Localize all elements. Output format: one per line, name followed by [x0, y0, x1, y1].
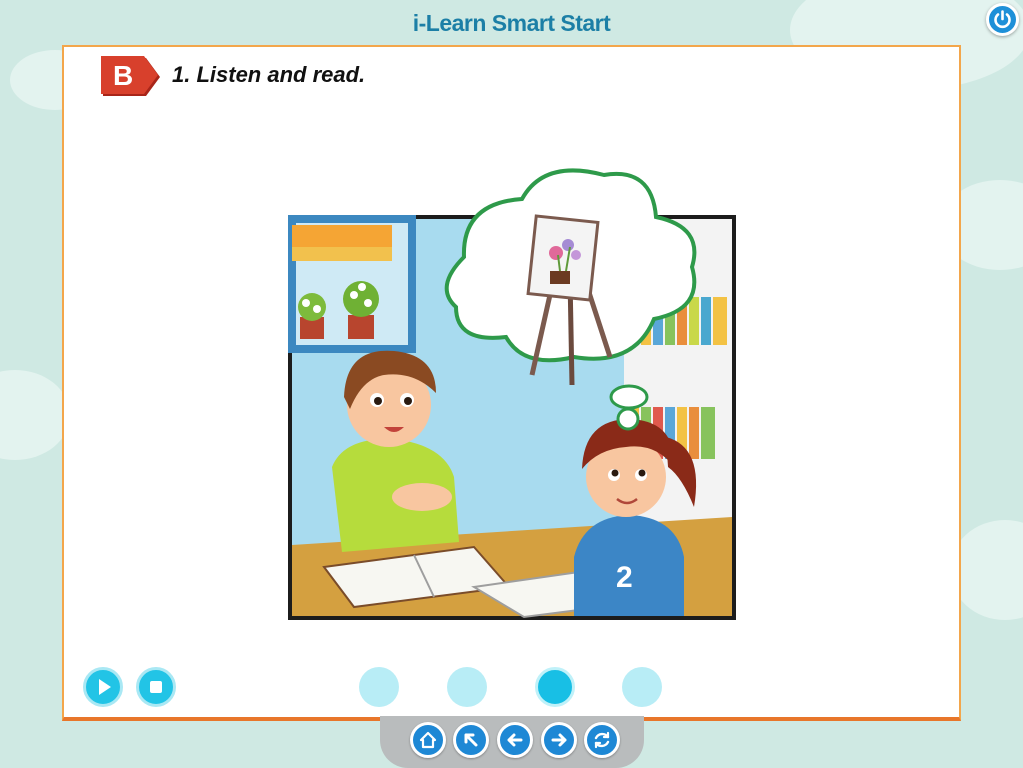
lesson-illustration: 2 — [288, 168, 736, 620]
slide-dot-4[interactable] — [622, 667, 662, 707]
app-title: i-Learn Smart Start — [412, 10, 611, 36]
home-button[interactable] — [410, 722, 446, 758]
power-icon — [994, 10, 1011, 29]
next-icon — [551, 733, 567, 747]
instruction-text: 1. Listen and read. — [172, 62, 366, 87]
slide-dot-1[interactable] — [359, 667, 399, 707]
previous-icon — [507, 733, 523, 747]
slide-dot-3[interactable] — [535, 667, 575, 707]
home-icon — [419, 731, 437, 749]
previous-button[interactable] — [497, 722, 533, 758]
power-button[interactable] — [986, 3, 1019, 36]
section-badge-letter: B — [113, 60, 134, 91]
next-button[interactable] — [541, 722, 577, 758]
refresh-button[interactable] — [584, 722, 620, 758]
bg-cloud — [0, 370, 70, 460]
refresh-icon — [594, 731, 610, 749]
section-badge: B — [100, 55, 164, 99]
stop-button[interactable] — [136, 667, 176, 707]
play-icon — [99, 679, 111, 695]
back-arrow-icon — [464, 733, 478, 747]
back-button[interactable] — [453, 722, 489, 758]
play-button[interactable] — [83, 667, 123, 707]
svg-text:2: 2 — [616, 561, 633, 594]
slide-dot-2[interactable] — [447, 667, 487, 707]
lesson-panel: B 1. Listen and read. 2 — [62, 45, 961, 721]
stop-icon — [150, 681, 162, 693]
